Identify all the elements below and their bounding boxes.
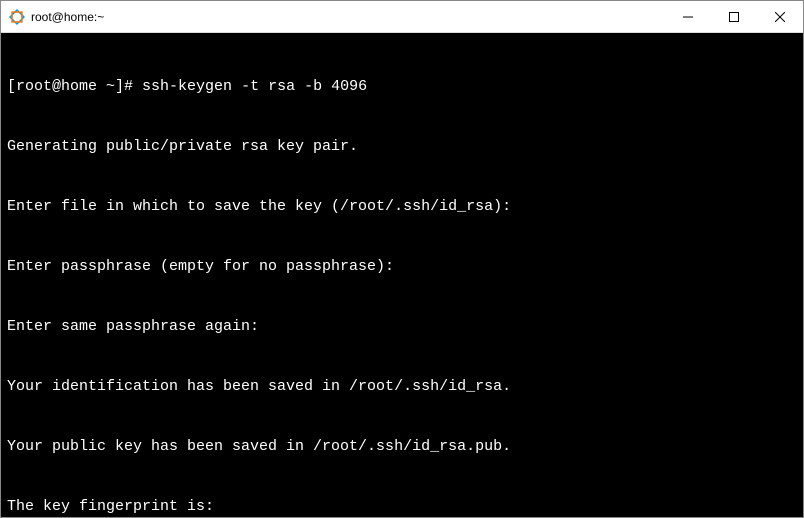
- close-button[interactable]: [757, 1, 803, 32]
- maximize-icon: [729, 12, 739, 22]
- output-line: Enter passphrase (empty for no passphras…: [7, 257, 797, 277]
- output-line: Enter file in which to save the key (/ro…: [7, 197, 797, 217]
- output-line: Enter same passphrase again:: [7, 317, 797, 337]
- minimize-icon: [683, 12, 693, 22]
- window-title: root@home:~: [31, 10, 665, 24]
- terminal-window: root@home:~ [root@home ~]# ssh-keygen -t…: [0, 0, 804, 518]
- output-line: The key fingerprint is:: [7, 497, 797, 517]
- close-icon: [775, 12, 785, 22]
- app-icon: [9, 9, 25, 25]
- window-controls: [665, 1, 803, 32]
- shell-prompt: [root@home ~]#: [7, 78, 133, 95]
- terminal-body[interactable]: [root@home ~]# ssh-keygen -t rsa -b 4096…: [1, 33, 803, 517]
- output-line: Generating public/private rsa key pair.: [7, 137, 797, 157]
- command-text: ssh-keygen -t rsa -b 4096: [142, 78, 367, 95]
- minimize-button[interactable]: [665, 1, 711, 32]
- prompt-line: [root@home ~]# ssh-keygen -t rsa -b 4096: [7, 77, 797, 97]
- output-line: Your identification has been saved in /r…: [7, 377, 797, 397]
- output-line: Your public key has been saved in /root/…: [7, 437, 797, 457]
- titlebar[interactable]: root@home:~: [1, 1, 803, 33]
- maximize-button[interactable]: [711, 1, 757, 32]
